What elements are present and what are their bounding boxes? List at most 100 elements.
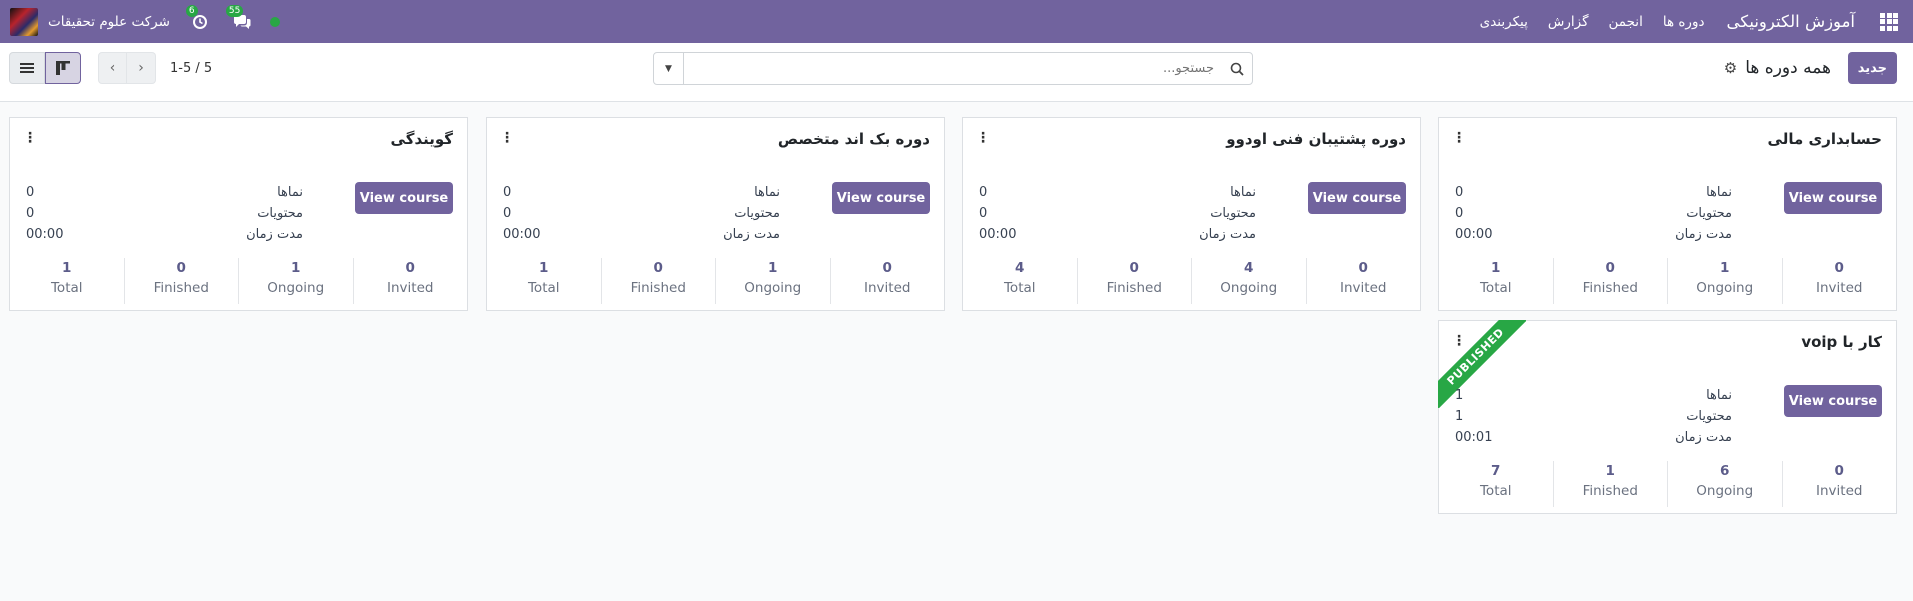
menu-configuration[interactable]: پیکربندی — [1470, 14, 1538, 30]
stat-finished-value: 0 — [1605, 260, 1615, 276]
attendee-stats: 7 Total 1 Finished 6 Ongoing 0 Invited — [1439, 461, 1896, 507]
stat-ongoing-value: 1 — [1720, 260, 1730, 276]
page-title: همه دوره ها — [1745, 58, 1831, 78]
search-icon[interactable] — [1222, 53, 1252, 84]
menu-forum[interactable]: انجمن — [1599, 14, 1653, 30]
duration-value: 00:01 — [1455, 430, 1493, 445]
top-navbar: آموزش الکترونیکی دوره ها انجمن گزارش پیک… — [0, 0, 1913, 43]
view-switcher — [9, 52, 81, 84]
stat-total-label: Total — [1479, 280, 1512, 296]
stat-ongoing[interactable]: 1 Ongoing — [1668, 258, 1783, 304]
menu-reporting[interactable]: گزارش — [1538, 14, 1599, 30]
duration-value: 00:00 — [503, 227, 541, 242]
course-card[interactable]: دوره پشتیبان فنی اودوو ⋮ View course نما… — [962, 117, 1421, 311]
new-button[interactable]: جدید — [1847, 52, 1897, 84]
contents-value: 1 — [1455, 409, 1464, 424]
views-value: 1 — [1455, 388, 1464, 403]
stat-invited-label: Invited — [1816, 483, 1863, 499]
company-logo[interactable] — [10, 7, 38, 36]
view-course-button[interactable]: View course — [355, 182, 453, 214]
stat-finished[interactable]: 0 Finished — [1078, 258, 1192, 304]
stat-finished[interactable]: 0 Finished — [602, 258, 716, 304]
search-input[interactable] — [684, 53, 1222, 84]
stat-finished[interactable]: 0 Finished — [1554, 258, 1668, 304]
stat-invited-label: Invited — [1340, 280, 1387, 296]
views-value: 0 — [503, 185, 512, 200]
card-menu-icon[interactable]: ⋮ — [976, 130, 990, 146]
contents-value: 0 — [979, 206, 988, 221]
stat-invited[interactable]: 0 Invited — [1783, 461, 1897, 507]
caret-down-icon: ▼ — [665, 63, 672, 74]
views-label: نماها — [1706, 388, 1732, 403]
apps-menu-icon[interactable] — [1865, 0, 1913, 43]
stat-total[interactable]: 1 Total — [1439, 258, 1554, 304]
course-card[interactable]: PUBLISHED کار با voip ⋮ View course نماه… — [1438, 320, 1897, 514]
navbar-left: شرکت علوم تحقیقات 6 55 — [0, 0, 280, 43]
course-card[interactable]: دوره بک اند متخصص ⋮ View course نماها 0 … — [486, 117, 945, 311]
course-title[interactable]: گویندگی — [391, 130, 453, 148]
stat-invited[interactable]: 0 Invited — [354, 258, 468, 304]
pager-next-icon[interactable]: › — [127, 52, 156, 84]
control-panel: جدید همه دوره ها ⚙ ▼ ‹ › 1-5 / 5 — [0, 43, 1913, 102]
card-menu-icon[interactable]: ⋮ — [23, 130, 37, 146]
stat-total-label: Total — [527, 280, 560, 296]
pager-previous-icon[interactable]: ‹ — [98, 52, 127, 84]
pager-value[interactable]: 1-5 / 5 — [170, 61, 212, 76]
duration-label: مدت زمان — [723, 227, 780, 242]
stat-finished[interactable]: 0 Finished — [125, 258, 239, 304]
stat-invited[interactable]: 0 Invited — [831, 258, 945, 304]
stat-total[interactable]: 1 Total — [487, 258, 602, 304]
view-course-button[interactable]: View course — [832, 182, 930, 214]
stat-total[interactable]: 4 Total — [963, 258, 1078, 304]
view-course-button[interactable]: View course — [1308, 182, 1406, 214]
course-title[interactable]: دوره بک اند متخصص — [778, 130, 930, 148]
card-menu-icon[interactable]: ⋮ — [500, 130, 514, 146]
course-card[interactable]: گویندگی ⋮ View course نماها 0 محتویات 0 … — [9, 117, 468, 311]
stat-ongoing[interactable]: 1 Ongoing — [239, 258, 354, 304]
search-options-toggle[interactable]: ▼ — [654, 53, 684, 84]
stat-ongoing-label: Ongoing — [1696, 280, 1754, 296]
stat-total[interactable]: 1 Total — [10, 258, 125, 304]
activities-badge: 6 — [185, 4, 198, 17]
course-title[interactable]: کار با voip — [1801, 333, 1882, 351]
stat-invited-label: Invited — [1816, 280, 1863, 296]
course-title[interactable]: دوره پشتیبان فنی اودوو — [1226, 130, 1406, 148]
kanban-view-icon[interactable] — [45, 52, 81, 84]
stat-invited-value: 0 — [405, 260, 415, 276]
search-bar: ▼ — [653, 52, 1253, 85]
contents-label: محتویات — [257, 206, 303, 221]
stat-ongoing[interactable]: 6 Ongoing — [1668, 461, 1783, 507]
stat-invited[interactable]: 0 Invited — [1783, 258, 1897, 304]
card-menu-icon[interactable]: ⋮ — [1452, 333, 1466, 349]
stat-ongoing-label: Ongoing — [744, 280, 802, 296]
contents-value: 0 — [26, 206, 35, 221]
messages-systray[interactable]: 55 — [225, 4, 252, 30]
stat-invited-value: 0 — [1358, 260, 1368, 276]
stat-ongoing-value: 4 — [1244, 260, 1254, 276]
stat-total[interactable]: 7 Total — [1439, 461, 1554, 507]
stat-ongoing-label: Ongoing — [1696, 483, 1754, 499]
stat-total-label: Total — [1479, 483, 1512, 499]
stat-ongoing-label: Ongoing — [1220, 280, 1278, 296]
stat-finished[interactable]: 1 Finished — [1554, 461, 1668, 507]
course-title[interactable]: حسابداری مالی — [1768, 130, 1882, 148]
stat-finished-label: Finished — [1582, 280, 1638, 296]
contents-label: محتویات — [1686, 409, 1732, 424]
card-menu-icon[interactable]: ⋮ — [1452, 130, 1466, 146]
company-switcher[interactable]: شرکت علوم تحقیقات — [48, 14, 170, 30]
stat-invited-value: 0 — [1834, 260, 1844, 276]
views-value: 0 — [26, 185, 35, 200]
stat-invited[interactable]: 0 Invited — [1307, 258, 1421, 304]
view-course-button[interactable]: View course — [1784, 385, 1882, 417]
menu-courses[interactable]: دوره ها — [1653, 14, 1715, 30]
view-course-button[interactable]: View course — [1784, 182, 1882, 214]
stat-ongoing[interactable]: 1 Ongoing — [716, 258, 831, 304]
duration-label: مدت زمان — [246, 227, 303, 242]
gear-icon[interactable]: ⚙ — [1724, 59, 1737, 77]
list-view-icon[interactable] — [9, 52, 45, 84]
activities-systray[interactable]: 6 — [185, 4, 208, 30]
app-brand[interactable]: آموزش الکترونیکی — [1714, 12, 1865, 31]
navbar-right: آموزش الکترونیکی دوره ها انجمن گزارش پیک… — [1470, 0, 1913, 43]
course-card[interactable]: حسابداری مالی ⋮ View course نماها 0 محتو… — [1438, 117, 1897, 311]
stat-ongoing[interactable]: 4 Ongoing — [1192, 258, 1307, 304]
